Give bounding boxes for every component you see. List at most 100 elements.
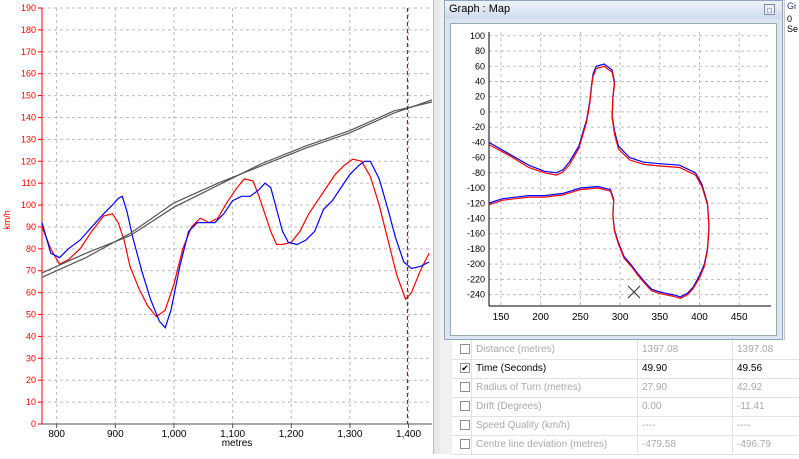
speed-x-tick-label: 1,300 (337, 429, 362, 440)
speed-y-tick-label: 190 (21, 3, 36, 13)
map-y-tick-label: -20 (472, 122, 485, 132)
map-y-tick-label: -240 (467, 290, 485, 300)
channel-checkbox[interactable] (460, 382, 470, 392)
speed-y-tick-label: 60 (26, 288, 36, 298)
channel-compare-value-cell: -11.41 (737, 401, 765, 412)
map-y-tick-label: -140 (467, 213, 485, 223)
map-x-tick-label: 350 (651, 312, 668, 323)
table-row[interactable]: Centre line deviation (metres) -479.58 -49… (452, 435, 799, 455)
map-x-ticks: 150 200 250 300 350 400 450 (493, 312, 748, 323)
speed-y-tick-label: 120 (21, 156, 36, 166)
speed-x-axis-label: metres (222, 438, 253, 449)
map-y-tick-label: 100 (470, 31, 485, 41)
map-y-tick-label: -160 (467, 229, 485, 239)
speed-y-tick-label: 110 (22, 178, 36, 188)
channel-value-cell: 1397.08 (642, 344, 679, 355)
map-y-tick-label: -80 (472, 168, 485, 178)
map-plot-area[interactable]: 100 80 60 40 20 0 -20 -40 -60 -80 -100 -120 -140 -160… (450, 23, 777, 336)
speed-y-tick-label: 10 (26, 397, 36, 407)
channel-name-cell: Time (Seconds) (476, 363, 547, 374)
speed-x-tick-label: 900 (107, 429, 124, 440)
map-x-tick-label: 400 (691, 312, 708, 323)
speed-y-tick-label: 20 (26, 375, 36, 385)
speed-y-tick-label: 130 (21, 134, 36, 144)
channel-value-cell: 27.90 (642, 382, 668, 393)
map-y-tick-label: -40 (472, 137, 485, 147)
map-y-tick-label: 40 (475, 76, 485, 86)
channel-compare-value-cell: 1397.08 (737, 344, 774, 355)
map-x-tick-label: 250 (572, 312, 589, 323)
speed-y-axis-label: km/h (2, 210, 12, 230)
track-map-chart[interactable]: 100806040200-20-40-60-80-100-120-140-160… (451, 24, 776, 335)
speed-y-tick-label: 30 (26, 353, 36, 363)
map-y-tick-label: -180 (467, 244, 485, 254)
map-x-tick-label: 300 (612, 312, 629, 323)
table-row[interactable]: Speed Quality (km/h) ---- ---- (452, 416, 799, 436)
channel-name-cell: Distance (metres) (476, 344, 555, 355)
channel-checkbox[interactable] (460, 420, 470, 430)
map-y-tick-label: 80 (475, 46, 485, 56)
map-titlebar[interactable]: Graph : Map □ (445, 1, 782, 19)
channel-name-cell: Speed Quality (km/h) (476, 420, 570, 431)
speed-y-tick-label: 140 (21, 112, 36, 122)
car-position-marker-icon (627, 285, 641, 299)
map-x-tick-label: 200 (532, 312, 549, 323)
side-panel-text-1: Gi (787, 1, 796, 11)
map-window-title: Graph : Map (449, 3, 511, 15)
map-track-line-0 (488, 63, 710, 298)
speed-y-tick-label: 160 (21, 69, 36, 79)
map-y-tick-label: -220 (467, 274, 485, 284)
map-y-tick-label: -60 (472, 153, 485, 163)
channel-checkbox[interactable] (460, 401, 470, 411)
map-y-tick-label: 20 (475, 92, 485, 102)
table-row[interactable]: ✔ Time (Seconds) 49.90 49.56 (452, 359, 799, 379)
map-y-ticks: 100 80 60 40 20 0 -20 -40 -60 -80 -100 -120 -140 -160… (467, 31, 485, 300)
map-window[interactable]: Graph : Map □ 100 80 60 40 20 0 -20 -40 -60 -80 -1… (444, 0, 783, 340)
speed-y-tick-label: 50 (26, 310, 36, 320)
map-y-tick-label: -200 (467, 259, 485, 269)
channel-checkbox[interactable]: ✔ (460, 363, 470, 373)
speed-x-tick-label: 1,000 (161, 429, 186, 440)
map-series-group (488, 63, 710, 300)
speed-y-tick-label: 40 (26, 331, 36, 341)
table-row[interactable]: Radius of Turn (metres) 27.90 42.92 (452, 378, 799, 398)
map-y-tick-label: 60 (475, 61, 485, 71)
channel-value-cell: ---- (642, 420, 656, 431)
map-y-tick-label: 0 (480, 107, 485, 117)
speed-x-tick-label: 800 (48, 429, 65, 440)
side-panel-text-2: 0 Se (787, 14, 799, 34)
channel-compare-value-cell: 49.56 (737, 363, 763, 374)
channel-checkbox[interactable] (460, 344, 470, 354)
channel-checkbox[interactable] (460, 439, 470, 449)
channel-value-cell: -479.58 (642, 439, 676, 450)
speed-y-tick-label: 180 (21, 25, 36, 35)
speed-y-tick-label: 100 (21, 200, 36, 210)
map-x-tick-label: 150 (493, 312, 510, 323)
speed-y-tick-label: 0 (31, 419, 36, 429)
channel-value-cell: 0.00 (642, 401, 662, 412)
channel-name-cell: Drift (Degrees) (476, 401, 542, 412)
map-y-tick-label: -120 (467, 198, 485, 208)
speed-y-tick-label: 150 (21, 91, 36, 101)
map-y-tick-label: -100 (467, 183, 485, 193)
channel-value-cell: 49.90 (642, 363, 668, 374)
speed-x-tick-label: 1,200 (279, 429, 304, 440)
speed-y-tick-label: 170 (21, 47, 36, 57)
channel-data-table[interactable]: Distance (metres) 1397.08 1397.08 ✔ Time (Se… (452, 340, 799, 455)
speed-y-tick-label: 70 (26, 266, 36, 276)
channel-name-cell: Centre line deviation (metres) (476, 439, 608, 450)
channel-compare-value-cell: -496.79 (737, 439, 771, 450)
table-row[interactable]: Drift (Degrees) 0.00 -11.41 (452, 397, 799, 417)
channel-compare-value-cell: ---- (737, 420, 751, 431)
speed-y-tick-label: 80 (26, 244, 36, 254)
table-row[interactable]: Distance (metres) 1397.08 1397.08 (452, 340, 799, 360)
speed-x-tick-label: 1,400 (396, 429, 421, 440)
channel-compare-value-cell: 42.92 (737, 382, 763, 393)
channel-name-cell: Radius of Turn (metres) (476, 382, 582, 393)
speed-chart[interactable]: 0 10 20 30 40 50 60 70 80 90 100 110 120 130 140 150 160… (0, 0, 433, 454)
map-track-line-1 (488, 65, 710, 300)
speed-y-tick-label: 90 (26, 222, 36, 232)
restore-window-button[interactable]: □ (764, 4, 775, 15)
map-x-tick-label: 450 (731, 312, 748, 323)
speed-trace-panel[interactable]: 0 10 20 30 40 50 60 70 80 90 100 110 120 130 140 150 160… (0, 0, 433, 454)
